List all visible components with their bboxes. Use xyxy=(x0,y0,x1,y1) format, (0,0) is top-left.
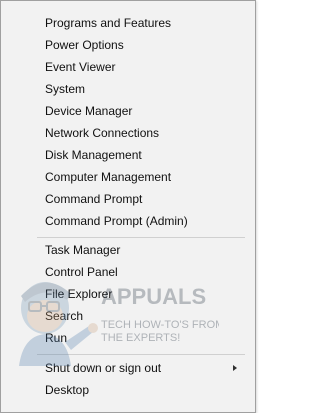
menu-item-label: Network Connections xyxy=(45,126,160,140)
menu-item-label: Search xyxy=(45,309,84,323)
menu-item-system[interactable]: System xyxy=(1,78,255,100)
menu-item-label: Disk Management xyxy=(45,148,142,162)
menu-separator xyxy=(37,354,245,355)
menu-item-label: Control Panel xyxy=(45,265,118,279)
menu-separator xyxy=(37,237,245,238)
menu-item-label: Task Manager xyxy=(45,243,121,257)
menu-item-label: File Explorer xyxy=(45,287,113,301)
menu-item-event-viewer[interactable]: Event Viewer xyxy=(1,56,255,78)
menu-item-search[interactable]: Search xyxy=(1,305,255,327)
menu-item-label: Shut down or sign out xyxy=(45,361,162,375)
menu-item-file-explorer[interactable]: File Explorer xyxy=(1,283,255,305)
menu-item-command-prompt[interactable]: Command Prompt xyxy=(1,188,255,210)
menu-item-shut-down-or-sign-out[interactable]: Shut down or sign out xyxy=(1,357,255,379)
menu-item-disk-management[interactable]: Disk Management xyxy=(1,144,255,166)
menu-item-label: Command Prompt xyxy=(45,192,143,206)
menu-item-label: System xyxy=(45,82,86,96)
menu-item-power-options[interactable]: Power Options xyxy=(1,34,255,56)
menu-item-task-manager[interactable]: Task Manager xyxy=(1,239,255,261)
menu-item-label: Command Prompt (Admin) xyxy=(45,214,188,228)
menu-item-label: Run xyxy=(45,331,68,345)
chevron-right-icon xyxy=(233,365,237,371)
winx-context-menu: Programs and Features Power Options Even… xyxy=(0,0,256,413)
menu-item-network-connections[interactable]: Network Connections xyxy=(1,122,255,144)
menu-item-label: Device Manager xyxy=(45,104,133,118)
menu-item-label: Desktop xyxy=(45,383,90,397)
menu-item-label: Event Viewer xyxy=(45,60,116,74)
menu-item-control-panel[interactable]: Control Panel xyxy=(1,261,255,283)
menu-item-command-prompt-admin[interactable]: Command Prompt (Admin) xyxy=(1,210,255,232)
menu-item-label: Computer Management xyxy=(45,170,172,184)
menu-item-device-manager[interactable]: Device Manager xyxy=(1,100,255,122)
menu-item-label: Power Options xyxy=(45,38,124,52)
menu-item-programs-and-features[interactable]: Programs and Features xyxy=(1,12,255,34)
menu-item-desktop[interactable]: Desktop xyxy=(1,379,255,401)
menu-item-computer-management[interactable]: Computer Management xyxy=(1,166,255,188)
menu-item-label: Programs and Features xyxy=(45,16,172,30)
menu-item-run[interactable]: Run xyxy=(1,327,255,349)
